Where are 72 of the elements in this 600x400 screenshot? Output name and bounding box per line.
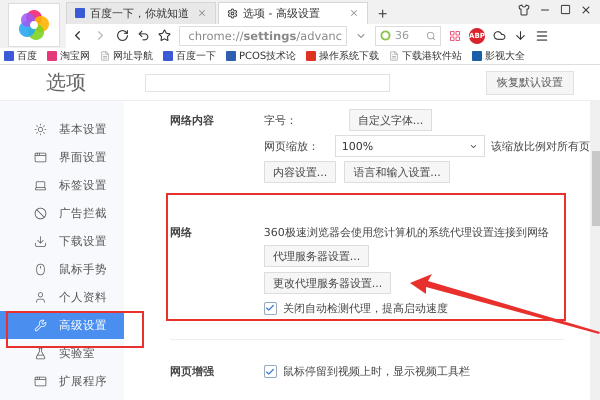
cloud-icon[interactable]: [493, 29, 506, 42]
reload-icon[interactable]: [116, 29, 129, 42]
site-icon: [47, 51, 57, 62]
bookmark-link[interactable]: 影视大全: [472, 49, 526, 64]
window-icon: [34, 374, 47, 388]
settings-button[interactable]: 内容设置...: [264, 161, 336, 183]
page-icon: [100, 51, 110, 62]
menu-icon[interactable]: [535, 28, 549, 43]
zoom-note: 该缩放比例对所有页: [490, 138, 590, 154]
sidebar-item[interactable]: 标签设置: [0, 171, 124, 199]
bookmark-link[interactable]: 操作系统下载: [306, 49, 380, 64]
bookmark-link[interactable]: PCOS技术论: [226, 49, 296, 64]
checkbox-label: 鼠标停留到视频上时，显示视频工具栏: [282, 364, 470, 379]
bookmark-link[interactable]: 淘宝网: [47, 49, 90, 64]
proxy-button[interactable]: 更改代理服务器设置...: [264, 272, 392, 294]
settings-button[interactable]: 语言和输入设置...: [344, 161, 450, 183]
new-tab-button[interactable]: +: [370, 6, 396, 24]
page-icon: [389, 51, 400, 62]
checkbox[interactable]: [264, 302, 277, 314]
site-icon: [163, 51, 173, 62]
sidebar-item[interactable]: 实验室: [0, 339, 124, 367]
address-field[interactable]: chrome://settings/advanc: [179, 26, 347, 46]
pinwheel-logo-icon: [16, 7, 52, 43]
browser-logo[interactable]: [8, 3, 60, 47]
download-icon: [34, 234, 47, 248]
sidebar-item[interactable]: 界面设置: [0, 143, 124, 171]
sidebar-item[interactable]: 下载设置: [0, 227, 124, 255]
font-size-label: 字号：: [264, 112, 297, 128]
wrench-icon: [34, 318, 47, 332]
sidebar-item[interactable]: 基本设置: [0, 115, 124, 143]
user-icon: [34, 290, 47, 304]
custom-font-button[interactable]: 自定义字体...: [348, 109, 432, 131]
apps-grid-icon[interactable]: [449, 30, 461, 42]
zoom-label: 网页缩放：: [264, 138, 319, 154]
shirt-icon[interactable]: [518, 4, 530, 16]
zoom-select[interactable]: 100%: [334, 135, 485, 157]
scrollbar[interactable]: [590, 101, 600, 400]
site-icon: [306, 51, 316, 62]
search-icon[interactable]: [426, 30, 436, 41]
maximize-icon[interactable]: [560, 4, 571, 15]
checkbox[interactable]: [264, 365, 277, 378]
star-icon[interactable]: [158, 29, 171, 42]
browser-tab[interactable]: 选项 - 高级设置: [218, 2, 368, 24]
bookmark-link[interactable]: 百度: [4, 49, 37, 64]
undo-icon[interactable]: [137, 29, 150, 42]
proxy-button[interactable]: 代理服务器设置...: [264, 245, 370, 267]
site-icon: [4, 51, 14, 62]
download-icon[interactable]: [514, 29, 527, 42]
site-icon: [226, 51, 236, 62]
sidebar-item[interactable]: 个人资料: [0, 283, 124, 311]
sidebar-item[interactable]: 扩展程序: [0, 367, 124, 395]
browser-tab[interactable]: 百度一下，你就知道: [66, 2, 216, 24]
sidebar-item[interactable]: 鼠标手势: [0, 255, 124, 283]
ring-logo-icon: [380, 30, 391, 42]
page-title: 选项: [45, 69, 87, 96]
ban-icon: [34, 206, 47, 220]
search-field[interactable]: [145, 74, 390, 92]
sidebar-item[interactable]: 广告拦截: [0, 199, 124, 227]
network-description: 360极速浏览器会使用您计算机的系统代理设置连接到网络: [264, 225, 549, 240]
section-label: 网页增强: [170, 364, 215, 379]
bookmark-link[interactable]: 百度一下: [163, 49, 216, 64]
section-label: 网络内容: [170, 112, 215, 128]
close-icon[interactable]: [580, 4, 592, 16]
restore-defaults-button[interactable]: 恢复默认设置: [486, 70, 574, 94]
site-icon: [472, 51, 482, 62]
mouse-icon: [34, 262, 47, 276]
section-label: 网络: [170, 225, 193, 241]
flask-icon: [34, 346, 47, 360]
bookmark-link[interactable]: 下载港软件站: [389, 49, 462, 64]
bookmark-link[interactable]: 网址导航: [100, 49, 153, 64]
checkbox-label: 关闭自动检测代理，提高启动速度: [282, 300, 448, 316]
window-icon: [34, 150, 47, 164]
